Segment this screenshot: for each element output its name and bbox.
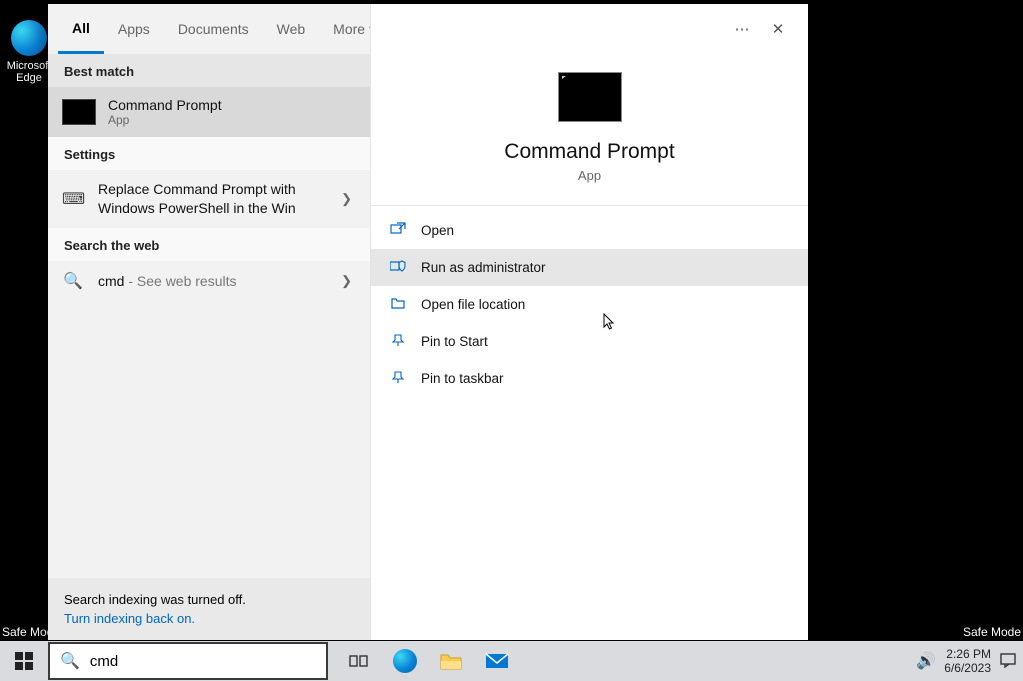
folder-icon [439,651,463,671]
indexing-link[interactable]: Turn indexing back on. [64,611,354,626]
open-icon [389,222,407,239]
settings-item-text: Replace Command Prompt with Windows Powe… [98,180,323,218]
start-search-panel: All Apps Documents Web More ▾ Best match… [48,4,808,640]
pin-icon [389,370,407,387]
action-open-file-location[interactable]: Open file location [371,286,808,323]
more-options-button[interactable]: ⋯ [724,11,760,47]
action-center-icon[interactable] [999,652,1017,671]
section-best-match: Best match [48,54,370,87]
search-input[interactable] [90,653,316,670]
settings-line1: Replace Command Prompt with [98,181,296,197]
tab-documents[interactable]: Documents [164,4,263,54]
edge-icon [393,649,417,673]
search-icon: 🔍 [62,271,84,291]
preview-title: Command Prompt [371,140,808,164]
search-header-right: ⋯ ✕ [371,4,808,54]
tab-apps[interactable]: Apps [104,4,164,54]
result-text: Command Prompt App [108,97,222,127]
taskbar-file-explorer[interactable] [428,641,474,681]
search-right-pane: ⋯ ✕ Command Prompt App Open [370,4,808,640]
result-title: Command Prompt [108,97,222,113]
web-result-text: cmd - See web results [98,273,323,289]
folder-icon [389,296,407,313]
tab-web[interactable]: Web [263,4,320,54]
action-label: Run as administrator [421,260,546,275]
edge-icon [11,20,47,56]
chevron-right-icon: ❯ [337,273,356,289]
volume-icon[interactable]: 🔊 [916,651,936,671]
action-label: Open [421,223,454,238]
windows-logo-icon [15,652,33,670]
result-subtitle: App [108,113,222,127]
action-open[interactable]: Open [371,212,808,249]
action-label: Open file location [421,297,525,312]
action-pin-taskbar[interactable]: Pin to taskbar [371,360,808,397]
desktop-icon-edge[interactable]: Microsoft Edge [4,20,54,84]
section-settings: Settings [48,137,370,170]
search-tabs: All Apps Documents Web More ▾ [48,4,370,54]
web-query: cmd [98,273,124,289]
taskbar-search[interactable]: 🔍 [48,642,328,680]
desktop-icon-label: Microsoft Edge [4,60,54,84]
start-button[interactable] [0,641,48,681]
indexing-status: Search indexing was turned off. [64,592,246,607]
cmd-thumbnail-icon [62,99,96,125]
clock-date: 6/6/2023 [944,661,991,675]
keyboard-icon: ⌨ [62,189,84,209]
action-run-administrator[interactable]: Run as administrator [371,249,808,286]
mail-icon [484,651,510,671]
action-pin-start[interactable]: Pin to Start [371,323,808,360]
clock-time: 2:26 PM [944,647,991,661]
result-command-prompt[interactable]: Command Prompt App [48,87,370,137]
safe-mode-text-right: Safe Mode [963,625,1021,639]
close-button[interactable]: ✕ [760,11,796,47]
taskbar-app-icons [328,641,520,681]
search-left-pane: All Apps Documents Web More ▾ Best match… [48,4,370,640]
web-suffix: - See web results [124,273,236,289]
system-tray: 🔊 2:26 PM 6/6/2023 [916,641,1023,681]
shield-icon [389,259,407,276]
result-preview: Command Prompt App [371,54,808,206]
settings-item-replace-cmd[interactable]: ⌨ Replace Command Prompt with Windows Po… [48,170,370,228]
taskbar-edge[interactable] [382,641,428,681]
section-search-web: Search the web [48,228,370,261]
desktop: Microsoft Edge Safe Mode Safe Mode All A… [0,0,1023,681]
task-view-button[interactable] [336,641,382,681]
preview-actions: Open Run as administrator Open file loca… [371,206,808,403]
web-result-cmd[interactable]: 🔍 cmd - See web results ❯ [48,261,370,301]
search-icon: 🔍 [60,651,80,671]
action-label: Pin to Start [421,334,488,349]
taskbar-clock[interactable]: 2:26 PM 6/6/2023 [944,647,991,676]
indexing-notice: Search indexing was turned off. Turn ind… [48,578,370,640]
tab-all[interactable]: All [58,4,104,54]
settings-line2: Windows PowerShell in the Win [98,200,296,216]
taskbar: 🔍 🔊 2:26 PM 6/6/2023 [0,641,1023,681]
tab-more-label: More [333,21,365,37]
pin-icon [389,333,407,350]
taskbar-mail[interactable] [474,641,520,681]
cmd-preview-icon [558,72,622,122]
action-label: Pin to taskbar [421,371,504,386]
chevron-right-icon: ❯ [337,191,356,207]
preview-subtitle: App [371,168,808,183]
